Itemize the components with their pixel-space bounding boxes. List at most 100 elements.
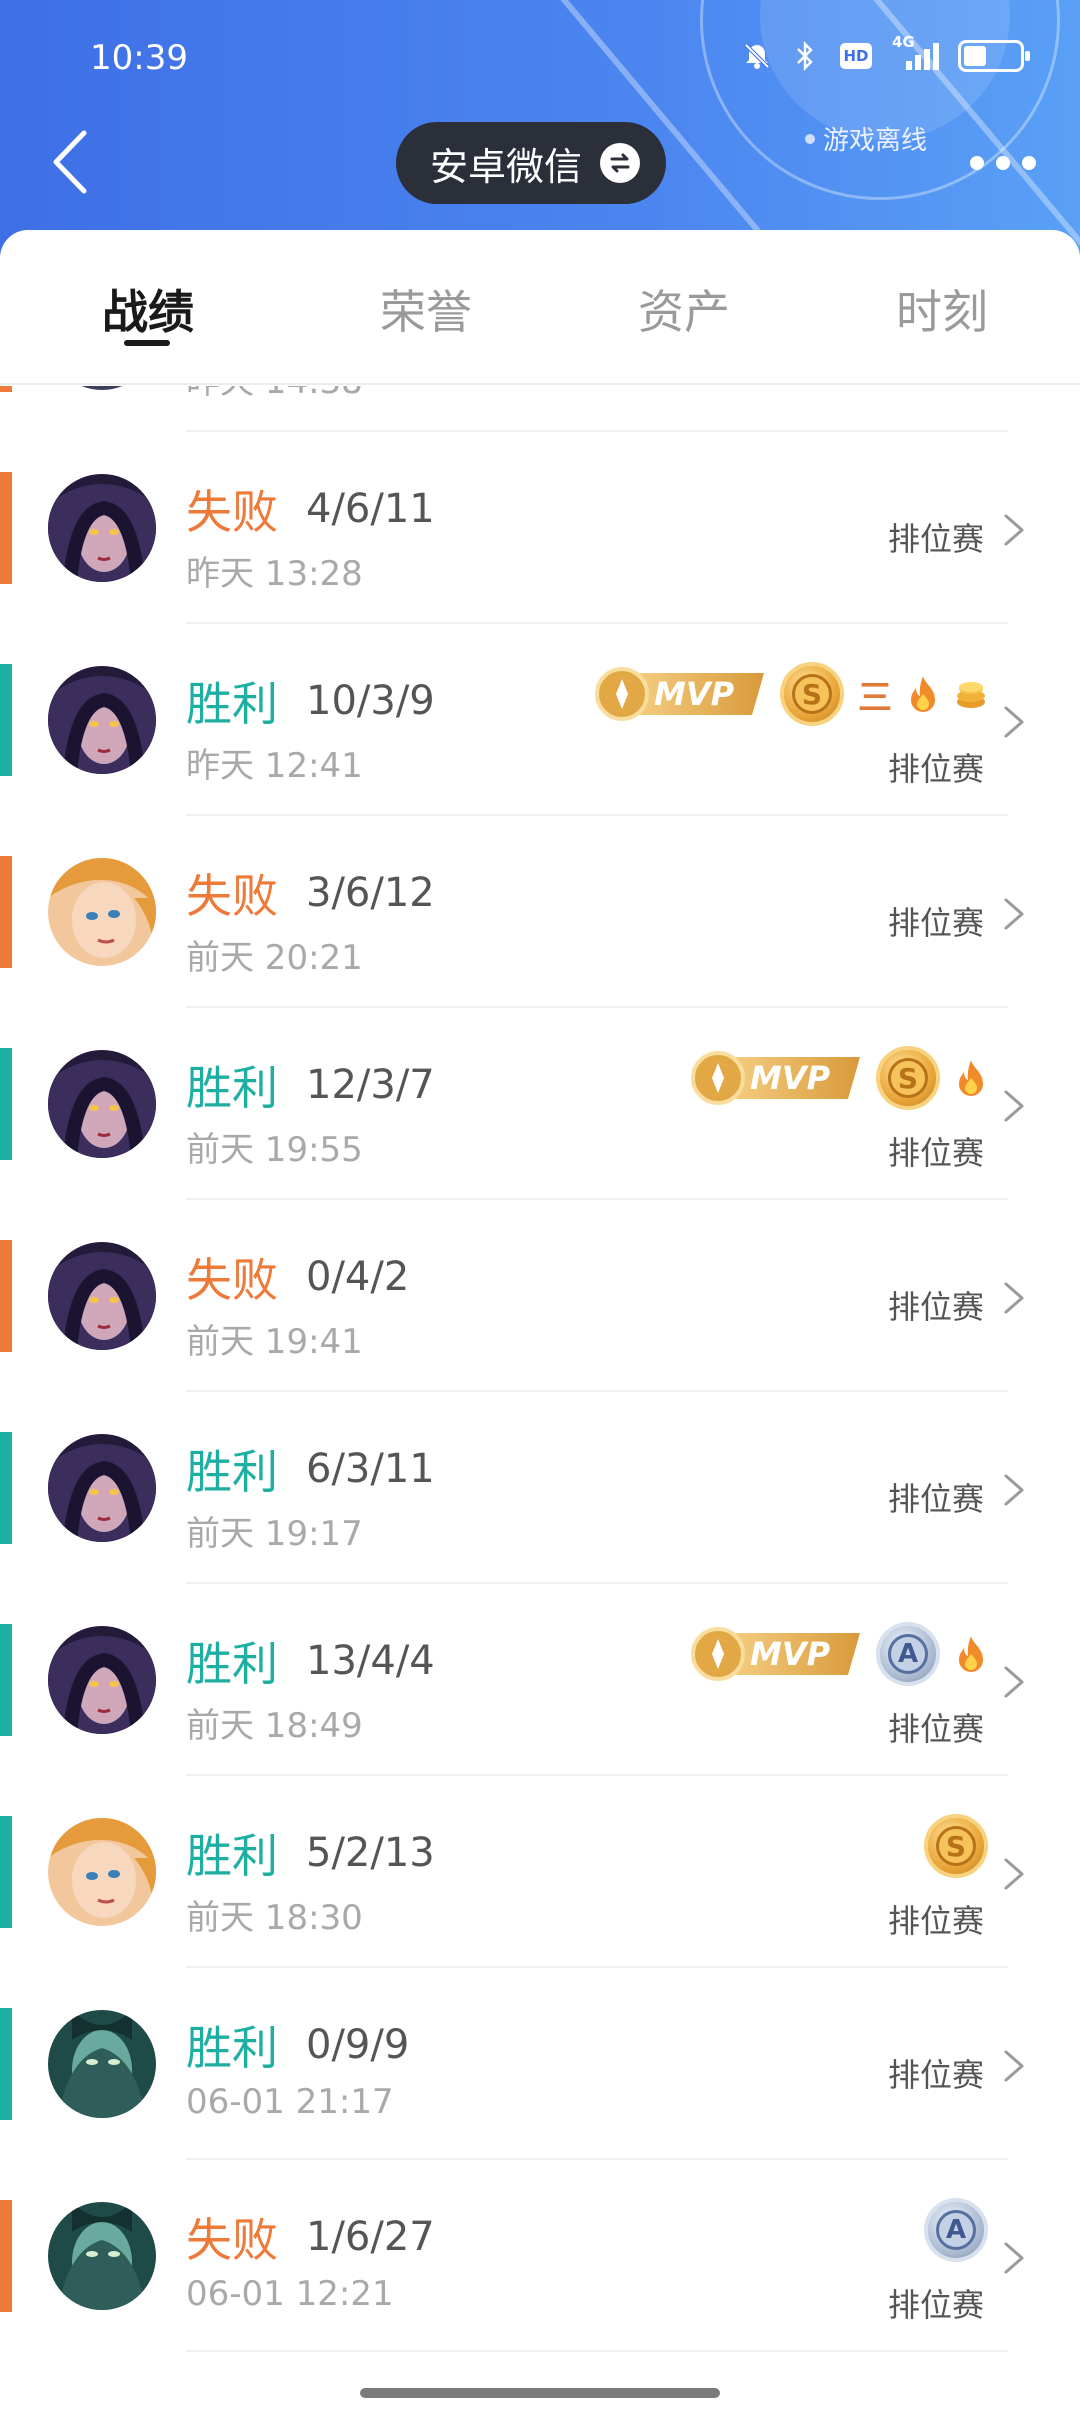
active-tab-indicator	[124, 340, 170, 346]
match-badges: S	[924, 1814, 988, 1878]
mvp-badge: MVP	[594, 667, 766, 721]
hero-avatar	[48, 2010, 156, 2118]
match-mode: 排位赛	[887, 1134, 984, 1172]
a-rank-label: A	[936, 2210, 976, 2250]
match-mode: 排位赛	[887, 1710, 984, 1748]
home-indicator[interactable]	[360, 2388, 720, 2398]
chevron-right-icon	[1000, 2046, 1028, 2086]
online-status: 游戏离线	[805, 120, 927, 157]
tab-assets[interactable]: 资产	[594, 276, 774, 342]
chevron-right-icon	[1000, 1470, 1028, 1510]
match-kda: 13/4/4	[306, 1638, 435, 1684]
s-rank-badge: S	[924, 1814, 988, 1878]
match-row[interactable]: 失败 1/6/27 06-01 12:21 A 排位赛	[0, 2160, 1080, 2352]
hd-label: HD	[843, 47, 869, 65]
s-rank-badge: S	[876, 1046, 940, 1110]
status-time: 10:39	[90, 38, 188, 78]
coins-icon	[954, 674, 988, 714]
battery-icon	[958, 40, 1030, 72]
mvp-badge: MVP	[690, 1051, 862, 1105]
signal-icon: 4G	[892, 33, 940, 71]
match-result: 胜利	[186, 1637, 278, 1691]
result-indicator-bar	[0, 386, 12, 392]
match-badges: MVP S	[690, 1046, 988, 1110]
chevron-right-icon	[1000, 894, 1028, 934]
s-rank-label: S	[936, 1826, 976, 1866]
match-result: 失败	[186, 1253, 278, 1307]
more-dot	[1022, 156, 1036, 170]
tab-moments[interactable]: 时刻	[852, 276, 1032, 342]
result-indicator-bar	[0, 2200, 12, 2312]
account-name: 安卓微信	[430, 144, 583, 189]
match-list[interactable]: 昨天 14:38排位赛失败4/6/11昨天 13:28排位赛胜利10/3/9昨天…	[0, 386, 1080, 2412]
match-result: 胜利	[186, 1061, 278, 1115]
match-badges: MVP S 三	[594, 662, 988, 726]
match-kda: 3/6/12	[306, 870, 435, 916]
match-kda: 10/3/9	[306, 678, 435, 724]
match-row[interactable]: 胜利 5/2/13 前天 18:30 S 排位赛	[0, 1776, 1080, 1968]
more-options-button[interactable]	[948, 138, 1058, 188]
match-row[interactable]: 胜利 12/3/7 前天 19:55 MVP S 排位赛	[0, 1008, 1080, 1200]
match-time: 前天 19:55	[186, 1130, 363, 1170]
hero-avatar	[48, 666, 156, 774]
fire-icon	[954, 1058, 988, 1098]
hero-avatar	[48, 1242, 156, 1350]
match-badges: A	[924, 2198, 988, 2262]
mvp-label: MVP	[750, 1059, 831, 1097]
match-row[interactable]: 昨天 14:38排位赛	[0, 386, 1080, 432]
tab-battle-record[interactable]: 战绩	[58, 276, 238, 342]
hero-avatar	[48, 2202, 156, 2310]
a-rank-label: A	[888, 1634, 928, 1674]
match-row[interactable]: 胜利 6/3/11 前天 19:17 排位赛	[0, 1392, 1080, 1584]
match-result: 胜利	[186, 2021, 278, 2075]
mvp-badge: MVP	[690, 1627, 862, 1681]
hero-avatar	[48, 858, 156, 966]
match-row[interactable]: 失败 0/4/2 前天 19:41 排位赛	[0, 1200, 1080, 1392]
result-indicator-bar	[0, 2008, 12, 2120]
match-time: 前天 20:21	[186, 938, 363, 978]
match-kda: 6/3/11	[306, 1446, 435, 1492]
hero-avatar	[48, 1434, 156, 1542]
mute-bell-icon	[742, 41, 772, 71]
match-mode: 排位赛	[887, 1288, 984, 1326]
hero-avatar	[48, 474, 156, 582]
match-badges: MVP A	[690, 1622, 988, 1686]
match-kda: 4/6/11	[306, 486, 435, 532]
match-row[interactable]: 胜利 13/4/4 前天 18:49 MVP A 排位赛	[0, 1584, 1080, 1776]
match-row[interactable]: 胜利 10/3/9 昨天 12:41 MVP S 三排位赛	[0, 624, 1080, 816]
match-mode: 排位赛	[887, 1480, 984, 1518]
match-mode: 排位赛	[887, 520, 984, 558]
result-indicator-bar	[0, 1048, 12, 1160]
result-indicator-bar	[0, 1432, 12, 1544]
hero-avatar	[48, 386, 156, 390]
header-bar: 10:39 HD 4G 安卓微信 游戏离线	[0, 0, 1080, 260]
match-kda: 0/4/2	[306, 1254, 410, 1300]
match-row[interactable]: 胜利 0/9/9 06-01 21:17 排位赛	[0, 1968, 1080, 2160]
chevron-right-icon	[1000, 1086, 1028, 1126]
triple-kill-badge: 三	[858, 677, 892, 718]
match-time: 前天 18:30	[186, 1898, 363, 1938]
result-indicator-bar	[0, 856, 12, 968]
match-row[interactable]: 失败 4/6/11 昨天 13:28 排位赛	[0, 432, 1080, 624]
more-dot	[996, 156, 1010, 170]
match-time: 06-01 12:21	[186, 2274, 394, 2314]
match-time: 昨天 12:41	[186, 746, 363, 786]
more-dot	[970, 156, 984, 170]
network-label: 4G	[892, 33, 915, 51]
match-result: 失败	[186, 485, 278, 539]
s-rank-label: S	[888, 1058, 928, 1098]
match-row[interactable]: 失败 3/6/12 前天 20:21 排位赛	[0, 816, 1080, 1008]
s-rank-label: S	[792, 674, 832, 714]
back-button[interactable]	[40, 122, 100, 202]
match-result: 胜利	[186, 677, 278, 731]
fire-icon	[954, 1634, 988, 1674]
result-indicator-bar	[0, 1240, 12, 1352]
match-kda: 5/2/13	[306, 1830, 435, 1876]
fire-icon	[906, 674, 940, 714]
account-switch-button[interactable]: 安卓微信	[396, 122, 667, 204]
hero-avatar	[48, 1818, 156, 1926]
chevron-right-icon	[1000, 510, 1028, 550]
swap-icon	[600, 143, 641, 183]
match-time: 前天 18:49	[186, 1706, 363, 1746]
tab-honor[interactable]: 荣誉	[336, 276, 516, 342]
